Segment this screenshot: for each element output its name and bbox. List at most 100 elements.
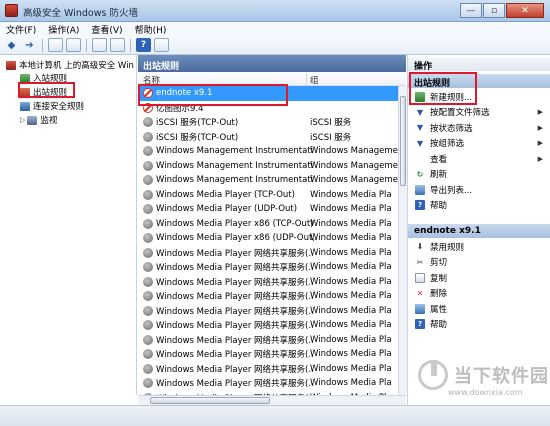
table-row[interactable]: Windows Media Player (UDP-Out) Windows Me… xyxy=(138,202,406,217)
tree-item-outbound-rules[interactable]: 出站规则 xyxy=(20,86,67,98)
rule-name: Windows Media Player 网络共享服务(... xyxy=(156,350,314,361)
help-icon[interactable]: ? xyxy=(136,38,151,52)
action-label: 剪切 xyxy=(430,258,448,268)
action-label: 按配置文件筛选 xyxy=(430,108,490,118)
table-row[interactable]: Windows Media Player x86 (TCP-Out) Window… xyxy=(138,217,406,232)
window-title: 高级安全 Windows 防火墙 xyxy=(23,8,138,19)
menu-action[interactable]: 操作(A) xyxy=(42,22,85,36)
table-row[interactable]: Windows Media Player 网络共享服务(...Windows M… xyxy=(138,376,406,391)
rule-name: Windows Media Player x86 (TCP-Out) xyxy=(156,218,314,229)
vertical-scrollbar[interactable] xyxy=(398,86,407,395)
table-row[interactable]: Windows Media Player 网络共享服务(...Windows M… xyxy=(138,318,406,333)
action-item[interactable]: ▼ 按配置文件筛选 ▶ xyxy=(408,105,550,120)
action-item[interactable]: ⬇ 禁用规则 xyxy=(408,239,550,254)
column-header-group[interactable]: 组 xyxy=(310,74,319,86)
firewall-icon xyxy=(6,60,16,70)
disabled-rule-icon xyxy=(143,349,153,360)
rule-group: Windows Media Pla xyxy=(310,233,392,244)
table-row[interactable]: iSCSI 服务(TCP-Out) iSCSI 服务 xyxy=(138,130,406,145)
action-item[interactable]: 新建规则... xyxy=(408,89,550,104)
rules-table-body: endnote x9.1 亿图图示9.4 iSCSI 服务(TCP-Out) iSCS… xyxy=(138,86,406,420)
maximize-button[interactable]: ▫ xyxy=(483,3,505,18)
expand-arrow-icon[interactable]: ▷ xyxy=(20,116,25,124)
action-item[interactable]: ✂ 剪切 xyxy=(408,255,550,270)
table-row[interactable]: Windows Media Player 网络共享服务(...Windows M… xyxy=(138,304,406,319)
action-item[interactable]: ✕ 删除 xyxy=(408,286,550,301)
rule-name: Windows Media Player 网络共享服务(... xyxy=(156,263,314,274)
table-row[interactable]: Windows Management Instrumentati... Windo… xyxy=(138,144,406,159)
up-folder-icon[interactable] xyxy=(48,38,63,52)
action-item[interactable]: ▼ 按状态筛选 ▶ xyxy=(408,120,550,135)
rule-group: Windows Media Pla xyxy=(310,320,392,331)
table-row[interactable]: Windows Media Player x86 (UDP-Out) Window… xyxy=(138,231,406,246)
table-row[interactable]: Windows Media Player 网络共享服务(...Windows M… xyxy=(138,260,406,275)
disabled-rule-icon xyxy=(143,305,153,316)
disabled-rule-icon xyxy=(143,204,153,215)
column-header-name[interactable]: 名称 xyxy=(143,74,160,86)
refresh-icon[interactable] xyxy=(92,38,107,52)
filter-icon: ▼ xyxy=(416,107,424,117)
column-divider[interactable] xyxy=(306,73,307,85)
rule-name: Windows Management Instrumentati... xyxy=(156,175,314,186)
show-action-pane-icon[interactable] xyxy=(154,38,169,52)
tree-item-connection-security-rules[interactable]: 连接安全规则 xyxy=(20,100,84,112)
table-row[interactable]: Windows Media Player 网络共享服务(...Windows M… xyxy=(138,275,406,290)
table-row[interactable]: endnote x9.1 xyxy=(138,86,406,101)
menu-help[interactable]: 帮助(H) xyxy=(129,22,173,36)
tree-root[interactable]: 本地计算机 上的高级安全 Win xyxy=(6,59,134,71)
menu-view[interactable]: 查看(V) xyxy=(85,22,128,36)
table-row[interactable]: Windows Media Player 网络共享服务(...Windows M… xyxy=(138,333,406,348)
forward-icon[interactable]: ➔ xyxy=(22,38,37,52)
minimize-button[interactable]: — xyxy=(460,3,482,18)
horizontal-scroll-thumb[interactable] xyxy=(150,397,270,404)
action-label: 按组筛选 xyxy=(430,139,465,149)
table-row[interactable]: Windows Media Player 网络共享服务(...Windows M… xyxy=(138,246,406,261)
title-bar: 高级安全 Windows 防火墙 — ▫ ✕ xyxy=(0,0,550,22)
action-item[interactable]: 属性 xyxy=(408,301,550,316)
action-item[interactable]: 复制 xyxy=(408,270,550,285)
back-icon[interactable]: ◆ xyxy=(4,38,19,52)
table-row[interactable]: Windows Media Player (TCP-Out) Windows Me… xyxy=(138,188,406,203)
copy-icon xyxy=(415,272,425,283)
disabled-rule-icon xyxy=(143,320,153,331)
show-hide-tree-icon[interactable] xyxy=(66,38,81,52)
action-item[interactable]: 导出列表... xyxy=(408,182,550,197)
refresh-icon: ↻ xyxy=(416,169,424,179)
table-row[interactable]: Windows Media Player 网络共享服务(...Windows M… xyxy=(138,347,406,362)
rule-group: Windows Media Pla xyxy=(310,363,392,374)
table-row[interactable]: Windows Management Instrumentati... Windo… xyxy=(138,159,406,174)
actions-section-outbound[interactable]: 出站规则 xyxy=(408,74,550,89)
disable-rule-icon: ⬇ xyxy=(416,242,424,251)
close-button[interactable]: ✕ xyxy=(506,3,544,18)
menu-file[interactable]: 文件(F) xyxy=(0,22,42,36)
table-row[interactable]: Windows Media Player 网络共享服务(...Windows M… xyxy=(138,289,406,304)
table-row[interactable]: iSCSI 服务(TCP-Out) iSCSI 服务 xyxy=(138,115,406,130)
rule-name: Windows Media Player 网络共享服务(... xyxy=(156,321,314,332)
horizontal-scrollbar[interactable] xyxy=(138,395,406,405)
rule-name: Windows Media Player (UDP-Out) xyxy=(156,204,298,215)
rule-group: Windows Manageme xyxy=(310,160,398,171)
action-item[interactable]: ↻ 刷新 xyxy=(408,167,550,182)
action-item[interactable]: ? 帮助 xyxy=(408,198,550,213)
action-item[interactable]: ? 帮助 xyxy=(408,317,550,332)
vertical-scroll-thumb[interactable] xyxy=(400,96,406,186)
rule-group: Windows Media Pla xyxy=(310,247,392,258)
rule-group: Windows Media Pla xyxy=(310,189,392,200)
tree-item-inbound-rules[interactable]: 入站规则 xyxy=(20,72,67,84)
watermark-logo-icon xyxy=(418,360,448,390)
table-row[interactable]: Windows Management Instrumentati... Windo… xyxy=(138,173,406,188)
action-item[interactable]: ▼ 按组筛选 ▶ xyxy=(408,136,550,151)
tree-item-monitoring[interactable]: ▷ 监视 xyxy=(20,114,57,126)
rule-name: Windows Management Instrumentati... xyxy=(156,160,314,171)
rule-group: Windows Media Pla xyxy=(310,276,392,287)
action-item[interactable]: 查看 ▶ xyxy=(408,151,550,166)
table-row[interactable]: Windows Media Player 网络共享服务(...Windows M… xyxy=(138,362,406,377)
actions-section-selected-rule[interactable]: endnote x9.1 xyxy=(408,224,550,238)
tree-item-label: 连接安全规则 xyxy=(33,102,85,112)
new-rule-icon xyxy=(415,91,425,102)
disabled-rule-icon xyxy=(143,131,153,142)
table-row[interactable]: 亿图图示9.4 xyxy=(138,101,406,116)
export-icon[interactable] xyxy=(110,38,125,52)
rule-name: 亿图图示9.4 xyxy=(156,103,204,114)
submenu-arrow-icon: ▶ xyxy=(537,108,543,116)
